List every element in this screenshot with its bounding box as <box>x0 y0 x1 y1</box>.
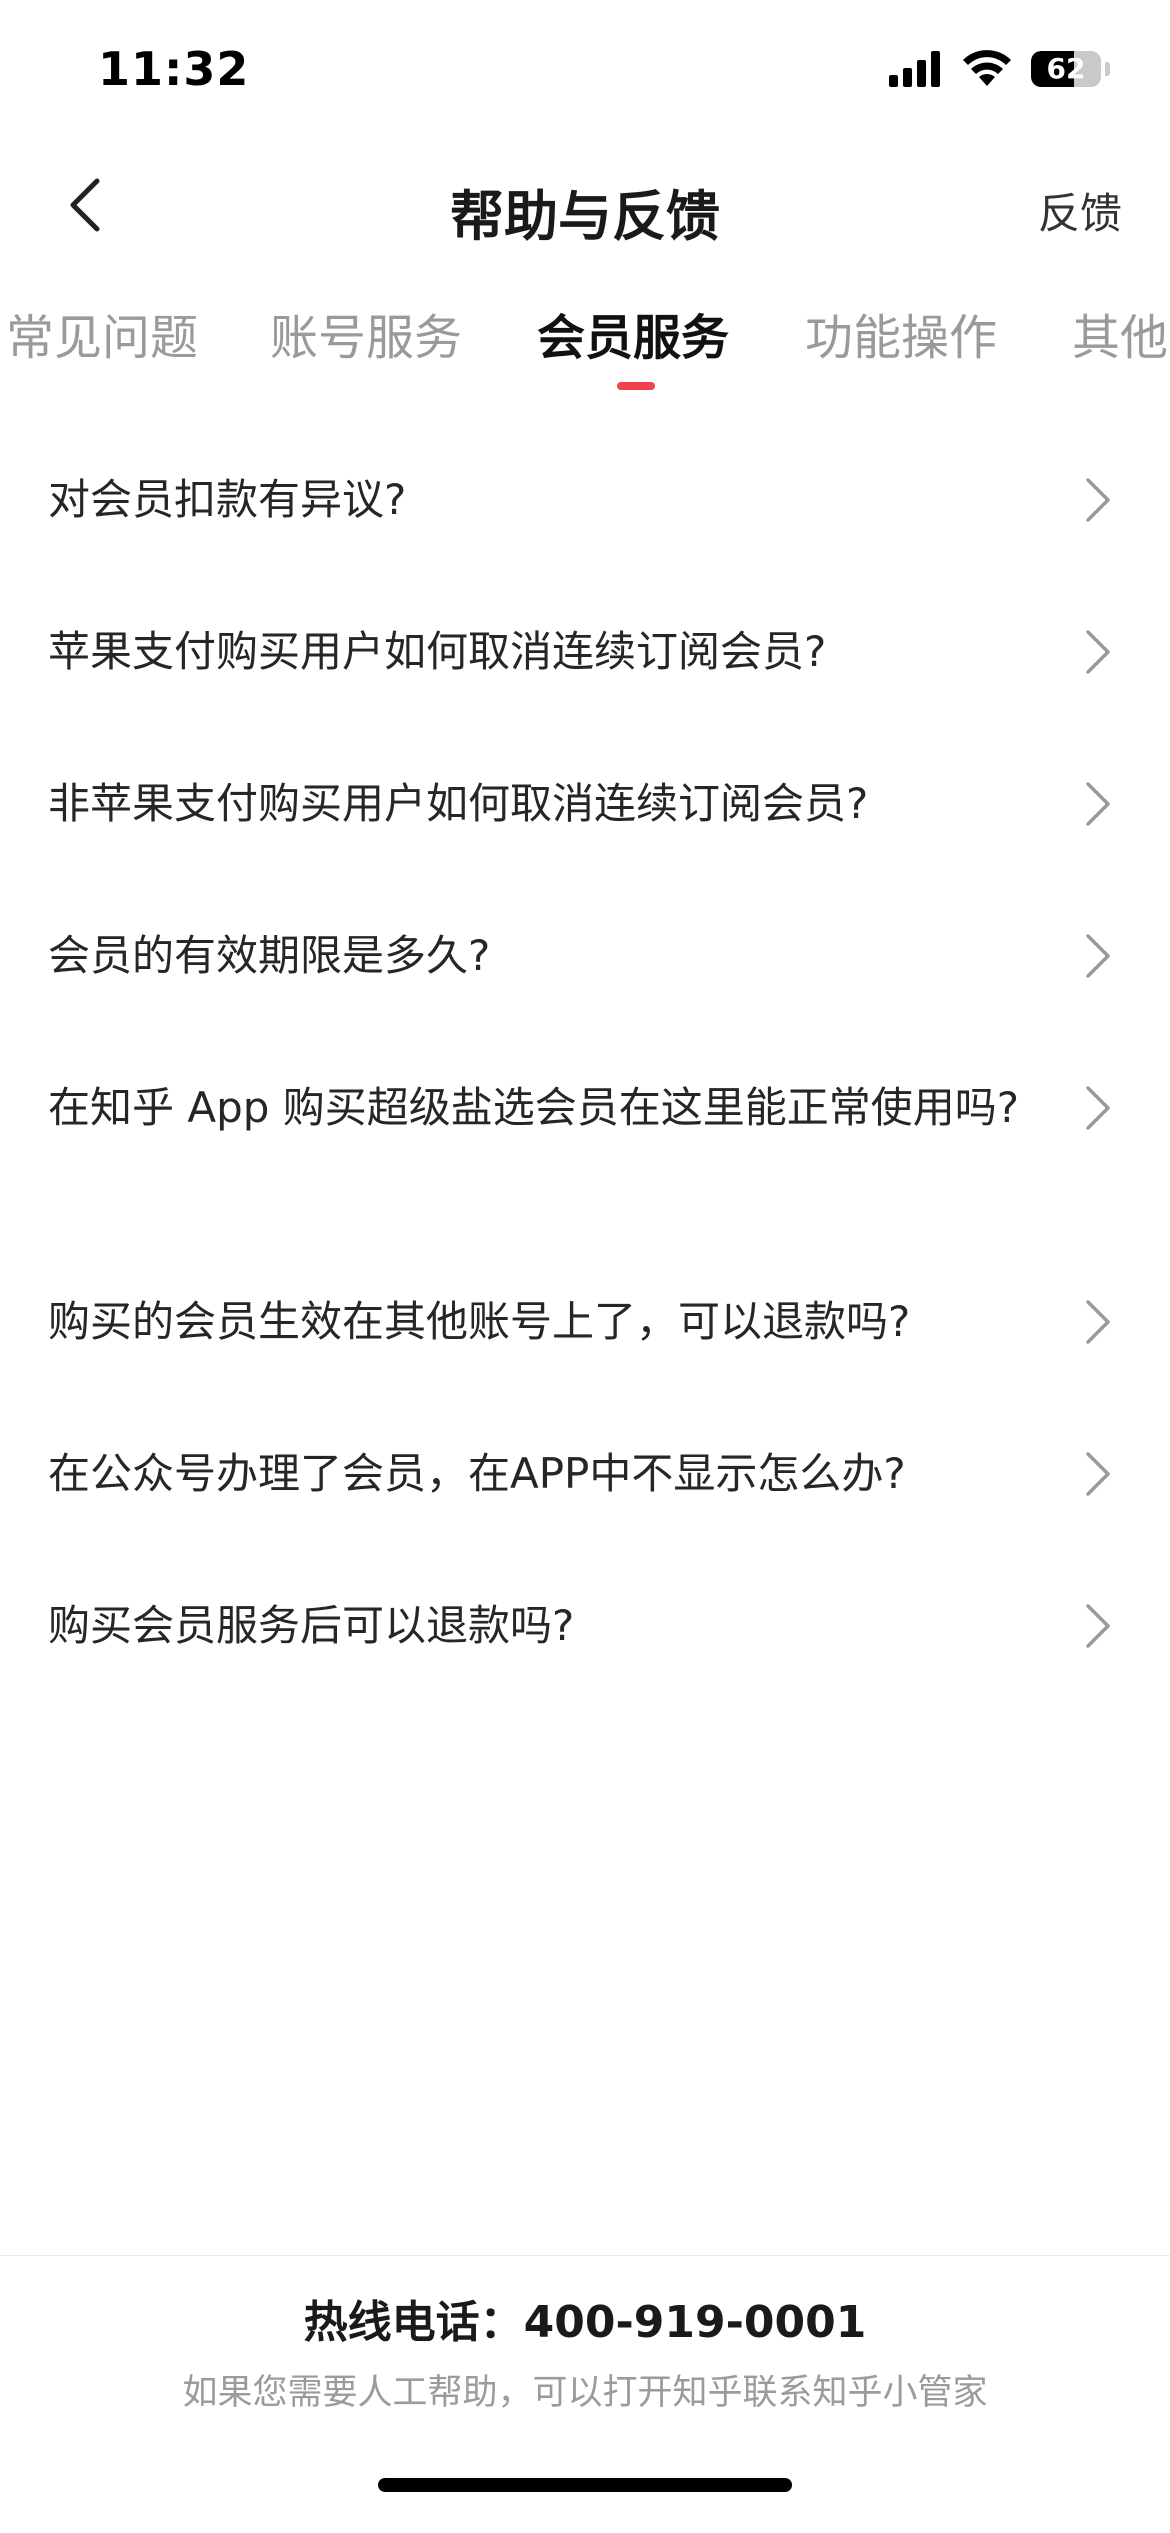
chevron-right-icon <box>1086 782 1110 826</box>
battery-icon: 62 <box>1031 51 1101 87</box>
tab-feature-operation[interactable]: 功能操作 <box>805 298 997 368</box>
faq-question: 苹果支付购买用户如何取消连续订阅会员? <box>48 627 827 676</box>
faq-question: 在公众号办理了会员，在APP中不显示怎么办? <box>48 1449 906 1498</box>
faq-question: 购买会员服务后可以退款吗? <box>48 1601 575 1650</box>
faq-item[interactable]: 对会员扣款有异议? <box>0 446 1170 566</box>
status-bar: 11:32 62 <box>0 0 1170 150</box>
hotline-number[interactable]: 热线电话：400-919-0001 <box>0 2286 1170 2350</box>
chevron-right-icon <box>1086 934 1110 978</box>
chevron-right-icon <box>1086 478 1110 522</box>
wifi-icon <box>963 50 1011 86</box>
faq-question: 会员的有效期限是多久? <box>48 931 491 980</box>
faq-item[interactable]: 在知乎 App 购买超级盐选会员在这里能正常使用吗? <box>0 1054 1170 1234</box>
battery-percent: 62 <box>1046 52 1086 85</box>
chevron-right-icon <box>1086 1452 1110 1496</box>
faq-item[interactable]: 苹果支付购买用户如何取消连续订阅会员? <box>0 598 1170 718</box>
chevron-right-icon <box>1086 1300 1110 1344</box>
faq-item[interactable]: 购买的会员生效在其他账号上了，可以退款吗? <box>0 1268 1170 1388</box>
faq-item[interactable]: 在公众号办理了会员，在APP中不显示怎么办? <box>0 1420 1170 1540</box>
battery-nub <box>1105 62 1110 76</box>
chevron-right-icon <box>1086 1086 1110 1130</box>
nav-header: 帮助与反馈 反馈 <box>0 150 1170 260</box>
tab-common-questions[interactable]: 常见问题 <box>6 298 198 368</box>
chevron-right-icon <box>1086 1604 1110 1648</box>
faq-question: 对会员扣款有异议? <box>48 475 407 524</box>
tab-other[interactable]: 其他 <box>1072 298 1168 368</box>
feedback-button[interactable]: 反馈 <box>1038 180 1122 241</box>
signal-icon <box>889 51 940 87</box>
tab-membership-service[interactable]: 会员服务 <box>537 298 729 368</box>
footer-note: 如果您需要人工帮助，可以打开知乎联系知乎小管家 <box>182 2373 988 2413</box>
faq-question: 在知乎 App 购买超级盐选会员在这里能正常使用吗? <box>48 1083 1020 1132</box>
faq-item[interactable]: 非苹果支付购买用户如何取消连续订阅会员? <box>0 750 1170 870</box>
faq-question: 购买的会员生效在其他账号上了，可以退款吗? <box>48 1297 911 1346</box>
active-tab-indicator <box>617 382 655 390</box>
faq-item[interactable]: 会员的有效期限是多久? <box>0 902 1170 1022</box>
page-title: 帮助与反馈 <box>450 185 720 248</box>
tab-account-service[interactable]: 账号服务 <box>270 298 462 368</box>
chevron-right-icon <box>1086 630 1110 674</box>
status-icons: 62 <box>889 50 1110 88</box>
category-tabs: 常见问题 账号服务 会员服务 功能操作 其他 <box>0 290 1170 400</box>
faq-item[interactable]: 购买会员服务后可以退款吗? <box>0 1572 1170 1692</box>
status-time: 11:32 <box>98 42 250 96</box>
home-indicator[interactable] <box>378 2478 792 2492</box>
faq-question: 非苹果支付购买用户如何取消连续订阅会员? <box>48 779 869 828</box>
